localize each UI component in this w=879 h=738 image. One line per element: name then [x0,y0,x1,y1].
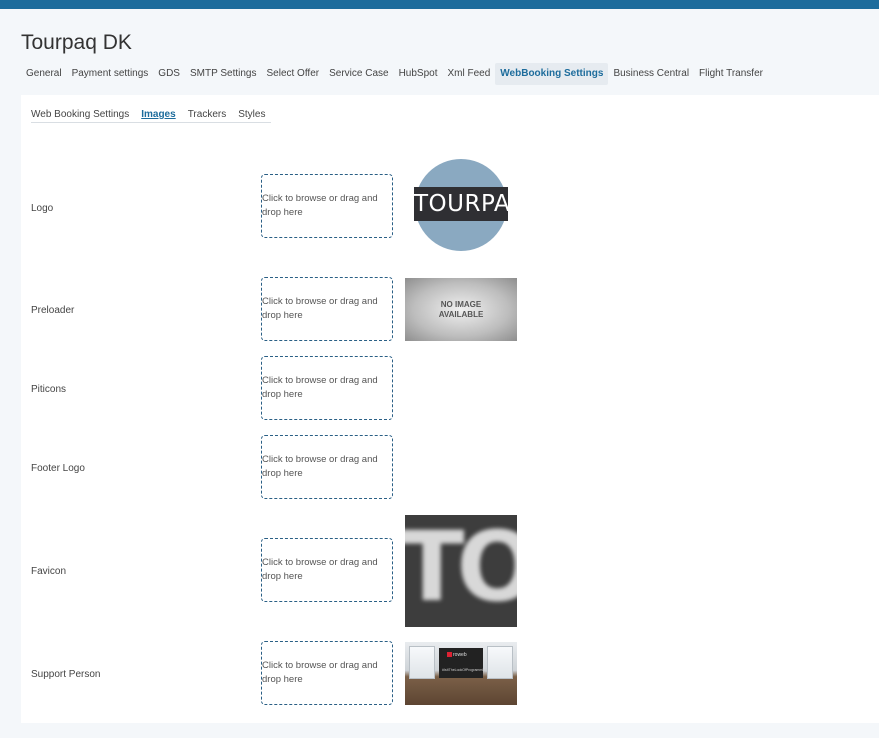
tab-hubspot[interactable]: HubSpot [394,63,443,85]
row-label: Support Person [31,669,101,680]
favicon-preview: TO [405,515,517,627]
favicon-text: TO [405,515,517,623]
office-wall: roweb #IsItTheLookOfProgramming [439,648,487,678]
tab-smtp-settings[interactable]: SMTP Settings [185,63,262,85]
top-accent-bar [0,0,879,9]
favicon-image: TO [405,515,517,627]
dropzone-text: Click to browse or drag and drop here [262,193,378,218]
logo-text: TOURPAQ [414,187,517,221]
tab-webbooking-settings[interactable]: WebBooking Settings [495,63,609,85]
dropzone-text: Click to browse or drag and drop here [262,296,378,321]
tab-business-central[interactable]: Business Central [608,63,694,85]
footer-logo-dropzone[interactable]: Click to browse or drag and drop here [261,435,393,499]
dropzone-text: Click to browse or drag and drop here [262,454,378,479]
dropzone-text: Click to browse or drag and drop here [262,375,378,400]
subtab-images[interactable]: Images [135,109,181,120]
tab-general[interactable]: General [21,63,67,85]
tab-service-case[interactable]: Service Case [324,63,393,85]
support-person-dropzone[interactable]: Click to browse or drag and drop here [261,641,393,705]
tab-gds[interactable]: GDS [153,63,185,85]
logo-dropzone[interactable]: Click to browse or drag and drop here [261,174,393,238]
favicon-dropzone[interactable]: Click to browse or drag and drop here [261,538,393,602]
subtab-trackers[interactable]: Trackers [182,109,233,120]
office-window [487,646,513,679]
settings-panel: Web Booking Settings Images Trackers Sty… [21,95,879,723]
row-label: Preloader [31,305,75,316]
tab-xml-feed[interactable]: Xml Feed [443,63,496,85]
no-image-placeholder: NO IMAGE AVAILABLE [405,278,517,341]
office-window [409,646,435,679]
tab-select-offer[interactable]: Select Offer [261,63,324,85]
support-person-preview: roweb #IsItTheLookOfProgramming [405,642,517,705]
main-tab-bar: General Payment settings GDS SMTP Settin… [21,63,768,85]
row-label: Footer Logo [31,463,85,474]
preloader-preview: NO IMAGE AVAILABLE [405,278,517,341]
dropzone-text: Click to browse or drag and drop here [262,557,378,582]
row-label: Logo [31,203,54,214]
row-label: Favicon [31,566,67,577]
subtab-web-booking-settings[interactable]: Web Booking Settings [31,109,135,120]
brand-logo-icon [447,652,452,657]
piticons-dropzone[interactable]: Click to browse or drag and drop here [261,356,393,420]
logo-preview: TOURPAQ [405,159,517,255]
logo-circle: TOURPAQ [414,159,517,251]
row-label: Piticons [31,384,67,395]
sub-tab-bar: Web Booking Settings Images Trackers Sty… [31,109,272,123]
page-title: Tourpaq DK [21,31,132,54]
no-image-text: NO IMAGE AVAILABLE [438,299,484,319]
preloader-dropzone[interactable]: Click to browse or drag and drop here [261,277,393,341]
brand-slogan: #IsItTheLookOfProgramming [442,668,487,672]
tab-flight-transfer[interactable]: Flight Transfer [694,63,768,85]
office-photo: roweb #IsItTheLookOfProgramming [405,642,517,705]
brand-name: roweb [453,652,467,658]
subtab-styles[interactable]: Styles [232,109,271,120]
dropzone-text: Click to browse or drag and drop here [262,660,378,685]
tab-payment-settings[interactable]: Payment settings [67,63,154,85]
